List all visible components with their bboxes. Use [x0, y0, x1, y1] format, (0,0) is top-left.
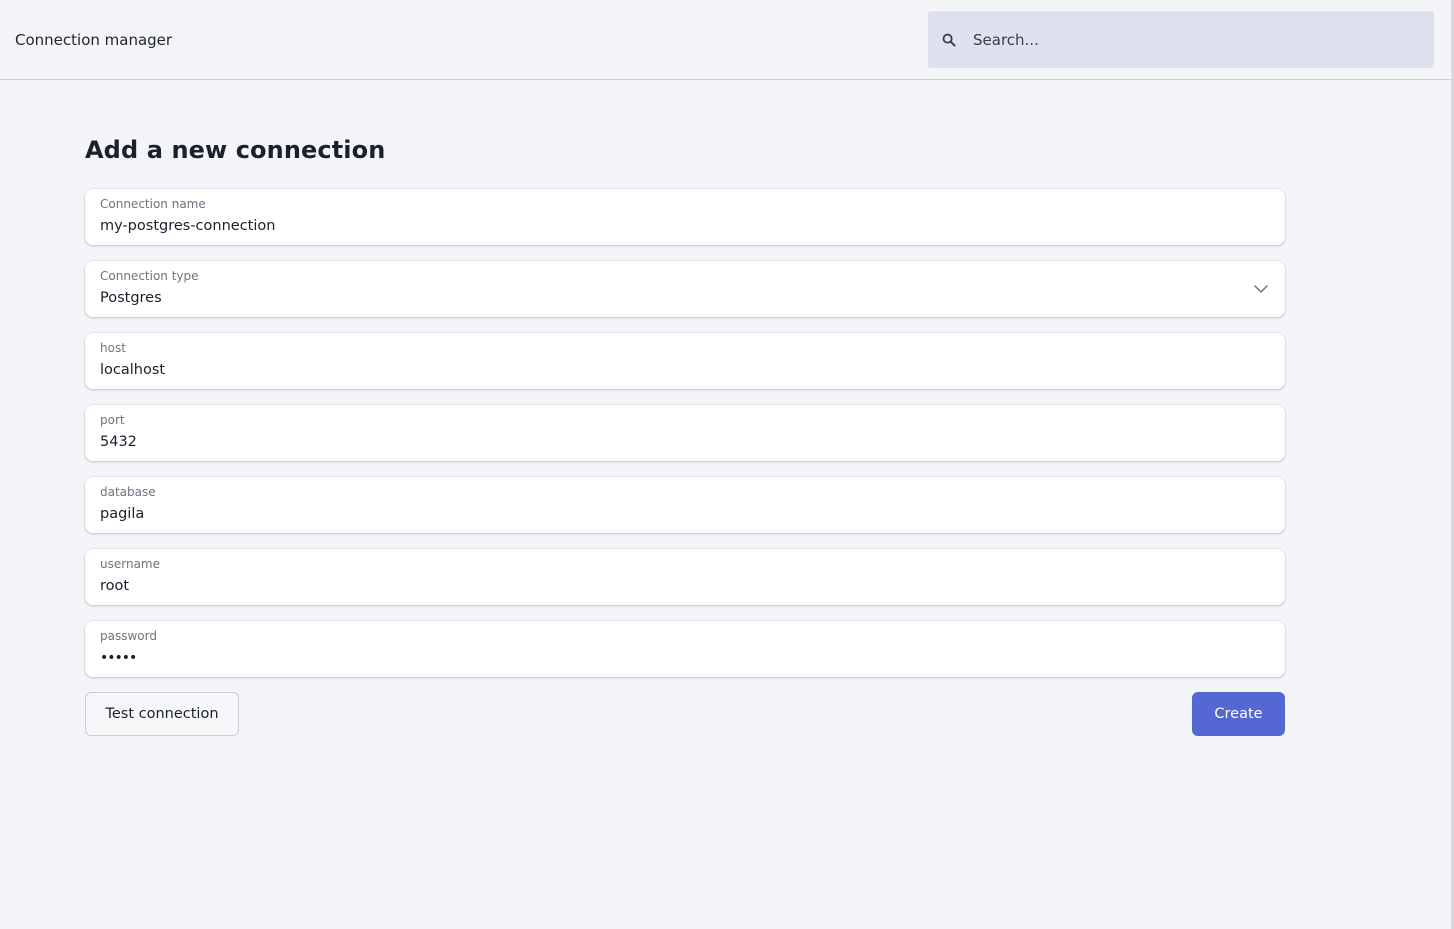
- connection-name-value[interactable]: my-postgres-connection: [100, 217, 275, 236]
- host-value[interactable]: localhost: [100, 361, 165, 380]
- port-field[interactable]: port 5432: [85, 405, 1285, 461]
- connection-name-field[interactable]: Connection name my-postgres-connection: [85, 189, 1285, 245]
- username-field[interactable]: username root: [85, 549, 1285, 605]
- database-label: database: [100, 485, 156, 499]
- database-field[interactable]: database pagila: [85, 477, 1285, 533]
- connection-type-label: Connection type: [100, 269, 199, 283]
- host-label: host: [100, 341, 126, 355]
- password-label: password: [100, 629, 157, 643]
- top-bar: Connection manager: [0, 0, 1451, 80]
- connection-type-value[interactable]: Postgres: [100, 289, 162, 308]
- port-label: port: [100, 413, 125, 427]
- chevron-down-icon[interactable]: [1253, 281, 1269, 297]
- search-icon: [941, 32, 957, 48]
- username-label: username: [100, 557, 160, 571]
- page-title: Add a new connection: [85, 136, 386, 164]
- search-box[interactable]: [928, 11, 1434, 68]
- database-value[interactable]: pagila: [100, 505, 144, 524]
- password-value[interactable]: •••••: [100, 649, 137, 668]
- search-input[interactable]: [973, 24, 1413, 55]
- port-value[interactable]: 5432: [100, 433, 137, 452]
- connection-name-label: Connection name: [100, 197, 206, 211]
- username-value[interactable]: root: [100, 577, 129, 596]
- password-field[interactable]: password •••••: [85, 621, 1285, 677]
- test-connection-button[interactable]: Test connection: [85, 692, 239, 736]
- host-field[interactable]: host localhost: [85, 333, 1285, 389]
- connection-type-select[interactable]: Connection type Postgres: [85, 261, 1285, 317]
- create-button[interactable]: Create: [1192, 692, 1285, 736]
- app-title: Connection manager: [15, 31, 173, 49]
